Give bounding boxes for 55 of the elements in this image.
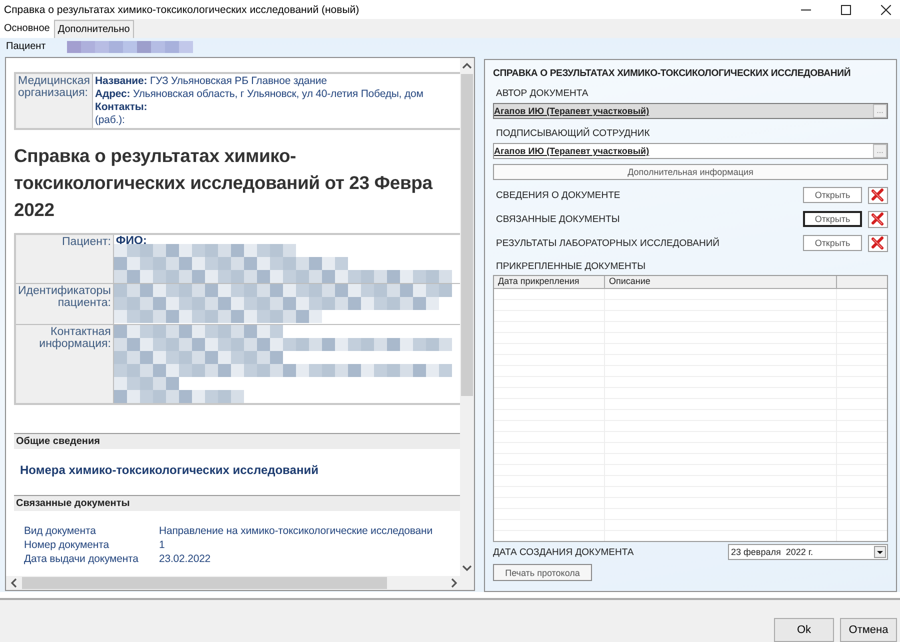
delete-button[interactable]: [868, 234, 888, 252]
section-subtitle: Номера химико-токсикологических исследований: [19, 462, 320, 477]
close-icon[interactable]: [881, 4, 891, 14]
field-value: Направление на химико-токсикологические исследовани: [159, 525, 434, 537]
column-header[interactable]: Дата прикрепления: [494, 276, 605, 288]
field-label: Номер документа: [24, 539, 110, 551]
patient-field-label: Идентификаторы пациента:: [15, 284, 114, 324]
print-button[interactable]: Печать протокола: [493, 564, 592, 581]
scroll-up-icon[interactable]: [462, 62, 472, 70]
section-label: СВЯЗАННЫЕ ДОКУМЕНТЫ: [496, 214, 621, 224]
section-header: Связанные документы: [14, 495, 460, 511]
date-picker[interactable]: 23 февраля 2022 г.: [728, 544, 888, 560]
document-heading: Справка о результатах химико-: [14, 144, 298, 168]
panel-title: СПРАВКА О РЕЗУЛЬТАТАХ ХИМИКО-ТОКСИКОЛОГИЧЕСКИХ ИССЛЕДОВАНИЙ: [493, 68, 852, 79]
delete-button[interactable]: [868, 186, 888, 204]
section-label: РЕЗУЛЬТАТЫ ЛАБОРАТОРНЫХ ИССЛЕДОВАНИЙ: [496, 238, 721, 248]
scroll-down-icon[interactable]: [462, 564, 472, 572]
dialog-button[interactable]: Ok: [774, 618, 834, 642]
field-label: ДАТА СОЗДАНИЯ ДОКУМЕНТА: [493, 546, 635, 558]
patient-field-label: Пациент:: [15, 234, 114, 284]
open-button[interactable]: Открыть: [803, 187, 862, 203]
field-label: Вид документа: [24, 525, 97, 537]
patient-label: Пациент: [6, 41, 47, 52]
field-label: ПРИКРЕПЛЕННЫЕ ДОКУМЕНТЫ: [495, 261, 647, 273]
document-heading: 2022: [14, 198, 56, 222]
field-label: АВТОР ДОКУМЕНТА: [495, 88, 590, 100]
vertical-scrollbar[interactable]: [460, 58, 474, 576]
patient-field-label: Контактная информация:: [15, 324, 114, 404]
maximize-icon[interactable]: [841, 4, 851, 14]
field-label: Дата выдачи документа: [24, 553, 140, 565]
employee-field[interactable]: Агапов ИЮ (Терапевт участковый) ...: [493, 143, 888, 159]
dropdown-icon[interactable]: [874, 546, 886, 558]
scroll-right-icon[interactable]: [450, 578, 458, 588]
open-button[interactable]: Открыть: [803, 211, 862, 227]
scroll-left-icon[interactable]: [10, 578, 18, 588]
horizontal-scrollbar[interactable]: [6, 576, 474, 590]
delete-button[interactable]: [868, 210, 888, 228]
field-value: 1: [159, 539, 166, 551]
tab[interactable]: Основное: [0, 19, 54, 38]
dialog-button[interactable]: Отмена: [840, 618, 897, 642]
org-field: Адрес: Ульяновская область, г Ульяновск, ул 40-летия Победы, дом: [95, 88, 458, 101]
org-field: (раб.):: [95, 114, 458, 127]
org-field: Контакты:: [95, 101, 458, 114]
section-header: Общие сведения: [14, 433, 460, 449]
org-field: Название: ГУЗ Ульяновская РБ Главное здание: [95, 75, 458, 88]
column-header[interactable]: Описание: [605, 276, 837, 288]
section-label: СВЕДЕНИЯ О ДОКУМЕНТЕ: [496, 190, 622, 200]
field-value: 23.02.2022: [159, 553, 212, 565]
org-label: Медицинская организация:: [15, 73, 93, 129]
window-title: Справка о результатах химико-токсикологических исследований (новый): [4, 4, 360, 16]
tab[interactable]: Дополнительно: [54, 20, 134, 38]
open-button[interactable]: Открыть: [803, 235, 862, 251]
additional-info-button[interactable]: Дополнительная информация: [493, 164, 888, 180]
field-label: ПОДПИСЫВАЮЩИЙ СОТРУДНИК: [495, 128, 651, 140]
document-heading: токсикологических исследований от 23 Февра: [14, 171, 434, 195]
